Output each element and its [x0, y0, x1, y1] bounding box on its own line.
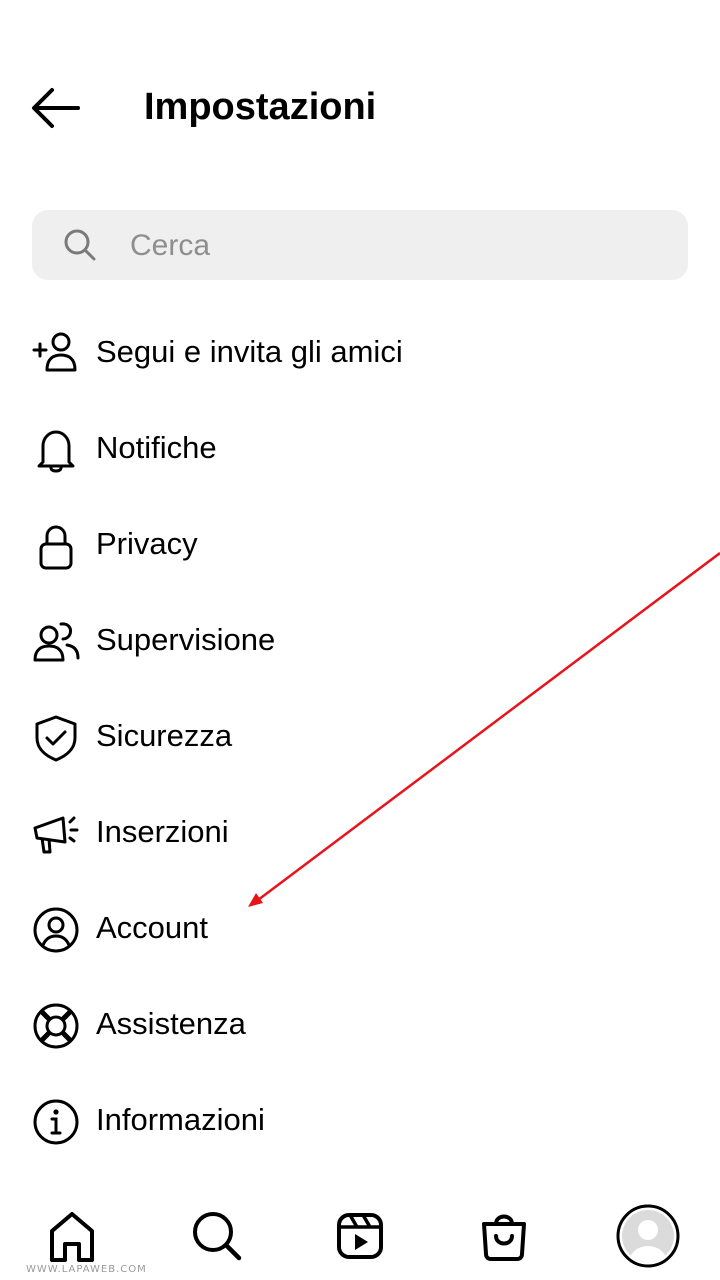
menu-item-info[interactable]: Informazioni: [0, 1072, 720, 1168]
nav-search[interactable]: [184, 1204, 248, 1268]
shop-bag-icon: [482, 1214, 526, 1261]
reels-icon: [337, 1213, 383, 1259]
account-circle-icon: [33, 907, 79, 953]
nav-shop[interactable]: [472, 1204, 536, 1268]
menu-item-supervision[interactable]: Supervisione: [0, 592, 720, 688]
menu-item-label: Segui e invita gli amici: [96, 334, 403, 369]
menu-item-account[interactable]: Account: [0, 880, 720, 976]
bell-icon: [37, 430, 75, 473]
home-icon: [50, 1212, 94, 1262]
watermark: WWW.LAPAWEB.COM: [26, 1264, 147, 1275]
menu-item-label: Inserzioni: [96, 814, 229, 849]
nav-profile[interactable]: [616, 1204, 680, 1268]
people-icon: [33, 622, 80, 662]
nav-home[interactable]: [40, 1204, 104, 1268]
add-person-icon: [32, 332, 77, 372]
menu-item-ads[interactable]: Inserzioni: [0, 784, 720, 880]
menu-item-label: Sicurezza: [96, 718, 233, 753]
search-icon: [193, 1212, 242, 1261]
menu-item-label: Informazioni: [96, 1102, 265, 1137]
shield-check-icon: [35, 715, 77, 762]
back-button[interactable]: [28, 82, 84, 134]
lifebuoy-icon: [33, 1003, 79, 1049]
menu-item-notifications[interactable]: Notifiche: [0, 400, 720, 496]
search-icon: [64, 229, 96, 261]
nav-reels[interactable]: [328, 1204, 392, 1268]
search-input[interactable]: [128, 222, 672, 270]
menu-item-label: Account: [96, 910, 209, 945]
lock-icon: [39, 525, 73, 570]
profile-avatar-icon: [616, 1204, 680, 1268]
header: Impostazioni: [0, 60, 720, 156]
megaphone-icon: [33, 816, 79, 854]
menu-item-privacy[interactable]: Privacy: [0, 496, 720, 592]
menu-item-label: Privacy: [96, 526, 198, 561]
arrow-left-icon: [32, 88, 80, 128]
search-bar[interactable]: [32, 210, 688, 280]
settings-menu: Segui e invita gli amici Notifiche Priva…: [0, 304, 720, 1168]
menu-item-label: Assistenza: [96, 1006, 246, 1041]
menu-item-help[interactable]: Assistenza: [0, 976, 720, 1072]
page-title: Impostazioni: [144, 86, 377, 128]
menu-item-security[interactable]: Sicurezza: [0, 688, 720, 784]
menu-item-label: Supervisione: [96, 622, 276, 657]
menu-item-follow-invite[interactable]: Segui e invita gli amici: [0, 304, 720, 400]
info-icon: [33, 1099, 79, 1145]
menu-item-label: Notifiche: [96, 430, 217, 465]
